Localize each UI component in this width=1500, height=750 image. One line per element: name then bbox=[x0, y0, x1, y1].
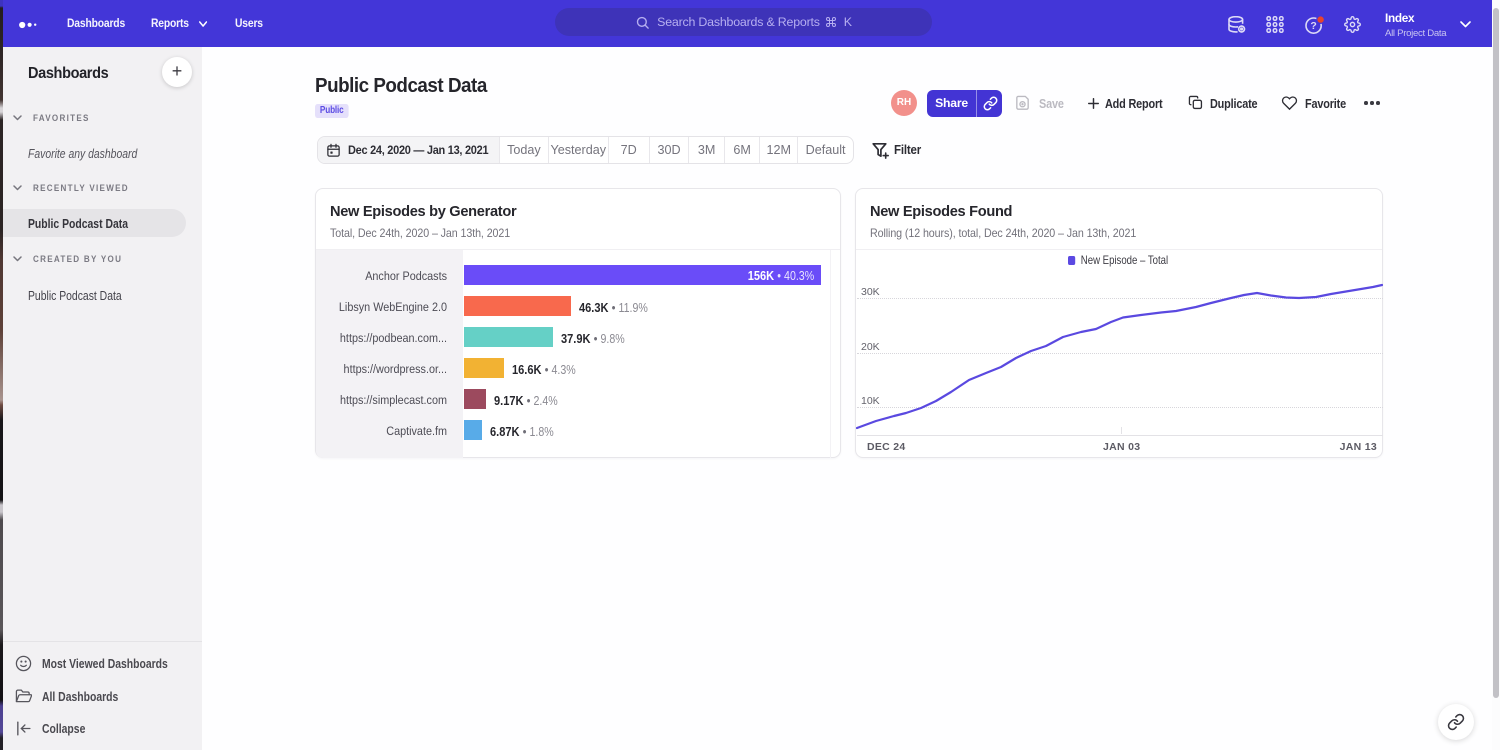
svg-text:?: ? bbox=[1310, 20, 1316, 32]
